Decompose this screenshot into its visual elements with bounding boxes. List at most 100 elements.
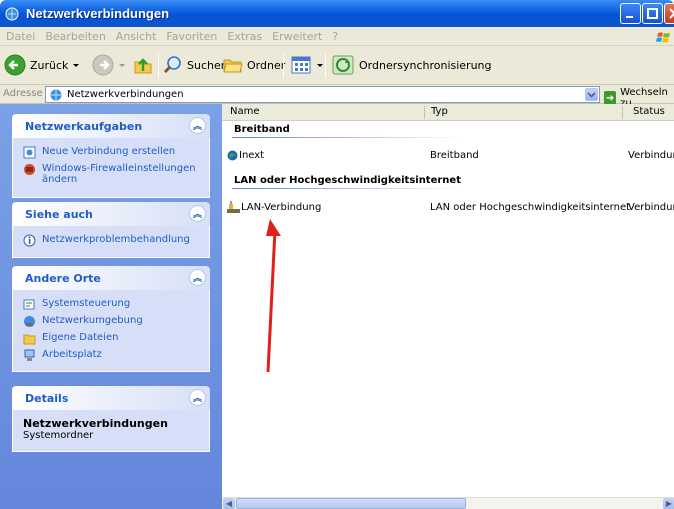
folders-label: Ordner bbox=[247, 58, 286, 72]
group-divider bbox=[232, 188, 462, 189]
see-also-header[interactable]: Siehe auch ︽ bbox=[12, 202, 210, 226]
control-panel-icon bbox=[23, 299, 35, 310]
link-label: Eigene Dateien bbox=[42, 332, 119, 343]
collapse-icon[interactable]: ︽ bbox=[189, 205, 206, 222]
group-header-broadband: Breitband bbox=[234, 124, 290, 135]
info-icon bbox=[23, 234, 36, 247]
link-label: Arbeitsplatz bbox=[42, 349, 102, 360]
network-places-icon bbox=[24, 316, 35, 327]
menu-favorites[interactable]: Favoriten bbox=[161, 30, 222, 43]
link-label: Netzwerkumgebung bbox=[42, 315, 143, 326]
menu-edit[interactable]: Bearbeiten bbox=[40, 30, 110, 43]
connection-name: LAN-Verbindung bbox=[241, 202, 322, 213]
windows-logo-icon bbox=[656, 32, 670, 43]
address-value: Netzwerkverbindungen bbox=[67, 89, 184, 100]
connection-row-lan[interactable]: LAN-Verbindung LAN oder Hochgeschwindigk… bbox=[222, 200, 674, 216]
address-input[interactable]: Netzwerkverbindungen bbox=[45, 86, 600, 103]
views-button[interactable] bbox=[290, 54, 323, 76]
scroll-right-arrow-icon[interactable]: ▶ bbox=[663, 498, 674, 509]
window-title: Netzwerkverbindungen bbox=[26, 6, 170, 21]
new-connection-task[interactable]: Neue Verbindung erstellen bbox=[23, 146, 201, 159]
lan-connection-icon bbox=[227, 201, 240, 213]
details-header[interactable]: Details ︽ bbox=[12, 386, 210, 410]
address-label: Adresse bbox=[3, 88, 43, 99]
menu-tools[interactable]: Extras bbox=[222, 30, 267, 43]
firewall-settings-task[interactable]: Windows-Firewalleinstellungen ändern bbox=[23, 163, 201, 185]
computer-icon bbox=[24, 349, 35, 361]
scroll-left-arrow-icon[interactable]: ◀ bbox=[223, 498, 235, 509]
new-connection-icon bbox=[23, 146, 36, 159]
column-type[interactable]: Typ bbox=[431, 106, 448, 117]
my-computer-link[interactable]: Arbeitsplatz bbox=[23, 349, 201, 362]
network-places-link[interactable]: Netzwerkumgebung bbox=[23, 315, 201, 328]
details-panel: Details ︽ Netzwerkverbindungen Systemord… bbox=[12, 386, 210, 452]
task-pane: Netzwerkaufgaben ︽ Neue Verbindung erste… bbox=[0, 104, 222, 509]
menu-help[interactable]: ? bbox=[327, 30, 343, 43]
go-arrow-icon: ➔ bbox=[604, 91, 617, 105]
collapse-icon[interactable]: ︽ bbox=[189, 269, 206, 286]
back-label: Zurück bbox=[30, 58, 69, 72]
menu-file[interactable]: Datei bbox=[0, 30, 40, 43]
other-places-header[interactable]: Andere Orte ︽ bbox=[12, 266, 210, 290]
connection-status: Verbindung bbox=[628, 150, 674, 161]
file-list: Name Typ Status Breitband Inext Breitban… bbox=[222, 104, 674, 509]
minimize-icon bbox=[626, 16, 633, 18]
column-name[interactable]: Name bbox=[230, 106, 260, 117]
menu-bar: Datei Bearbeiten Ansicht Favoriten Extra… bbox=[0, 27, 674, 46]
folder-icon bbox=[23, 334, 36, 345]
my-documents-link[interactable]: Eigene Dateien bbox=[23, 332, 201, 345]
column-status[interactable]: Status bbox=[633, 106, 665, 117]
task-label: Neue Verbindung erstellen bbox=[42, 146, 176, 157]
column-headers: Name Typ Status bbox=[222, 104, 674, 121]
scroll-thumb[interactable] bbox=[236, 498, 466, 509]
connection-type: LAN oder Hochgeschwindigkeitsinternet bbox=[430, 202, 631, 213]
task-label: Windows-Firewalleinstellungen ändern bbox=[42, 163, 196, 185]
address-dropdown-button[interactable] bbox=[585, 88, 598, 101]
panel-title: Netzwerkaufgaben bbox=[25, 120, 143, 133]
column-divider[interactable] bbox=[424, 106, 425, 119]
details-type: Systemordner bbox=[23, 430, 94, 441]
minimize-button[interactable] bbox=[620, 3, 641, 24]
connection-type: Breitband bbox=[430, 150, 479, 161]
folders-button[interactable]: Ordner bbox=[222, 54, 285, 76]
search-button[interactable]: Suchen bbox=[162, 54, 228, 76]
folder-sync-button[interactable]: Ordnersynchronisierung bbox=[332, 54, 492, 76]
maximize-button[interactable] bbox=[642, 3, 663, 24]
link-label: Systemsteuerung bbox=[42, 298, 131, 309]
collapse-icon[interactable]: ︽ bbox=[189, 117, 206, 134]
see-also-panel: Siehe auch ︽ Netzwerkproblembehandlung bbox=[12, 202, 210, 258]
connection-status: Verbindung bbox=[628, 202, 674, 213]
details-name: Netzwerkverbindungen bbox=[23, 417, 168, 430]
menu-view[interactable]: Ansicht bbox=[111, 30, 162, 43]
toolbar-separator bbox=[283, 54, 284, 78]
group-header-lan: LAN oder Hochgeschwindigkeitsinternet bbox=[234, 175, 461, 186]
forward-arrow-icon bbox=[92, 54, 114, 76]
close-icon bbox=[669, 8, 674, 19]
globe-icon bbox=[227, 150, 238, 161]
back-dropdown-icon[interactable] bbox=[73, 63, 80, 67]
chevron-down-icon bbox=[587, 92, 596, 98]
column-divider[interactable] bbox=[622, 106, 623, 119]
horizontal-scrollbar[interactable]: ◀ ▶ bbox=[222, 497, 674, 509]
menu-advanced[interactable]: Erweitert bbox=[267, 30, 327, 43]
maximize-icon bbox=[647, 8, 658, 19]
connection-row-inext[interactable]: Inext Breitband Verbindung bbox=[222, 148, 674, 164]
close-button[interactable] bbox=[664, 3, 674, 24]
toolbar-separator bbox=[158, 54, 159, 78]
back-button[interactable]: Zurück bbox=[4, 54, 80, 76]
views-dropdown-icon[interactable] bbox=[317, 63, 323, 67]
control-panel-link[interactable]: Systemsteuerung bbox=[23, 298, 201, 311]
collapse-icon[interactable]: ︽ bbox=[189, 389, 206, 406]
views-icon bbox=[291, 56, 311, 74]
up-folder-button[interactable] bbox=[132, 54, 154, 76]
standard-toolbar: Zurück Suchen Ordner Ordnersynchronisier… bbox=[0, 46, 674, 85]
sync-label: Ordnersynchronisierung bbox=[359, 58, 492, 72]
other-places-panel: Andere Orte ︽ Systemsteuerung Netzwerkum… bbox=[12, 266, 210, 372]
network-connections-icon bbox=[5, 7, 19, 20]
network-tasks-panel: Netzwerkaufgaben ︽ Neue Verbindung erste… bbox=[12, 114, 210, 198]
network-tasks-header[interactable]: Netzwerkaufgaben ︽ bbox=[12, 114, 210, 138]
group-divider bbox=[232, 137, 462, 138]
forward-button[interactable] bbox=[92, 54, 125, 76]
network-troubleshooter-task[interactable]: Netzwerkproblembehandlung bbox=[23, 234, 201, 247]
task-label: Netzwerkproblembehandlung bbox=[42, 234, 190, 245]
